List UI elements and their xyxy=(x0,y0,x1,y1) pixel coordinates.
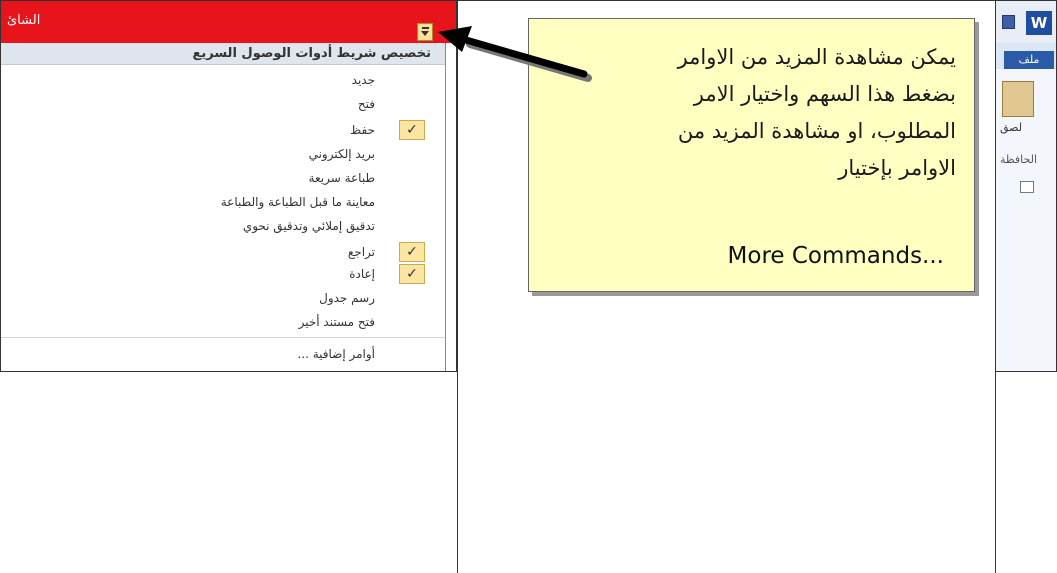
pointer-arrow-icon xyxy=(438,26,592,82)
